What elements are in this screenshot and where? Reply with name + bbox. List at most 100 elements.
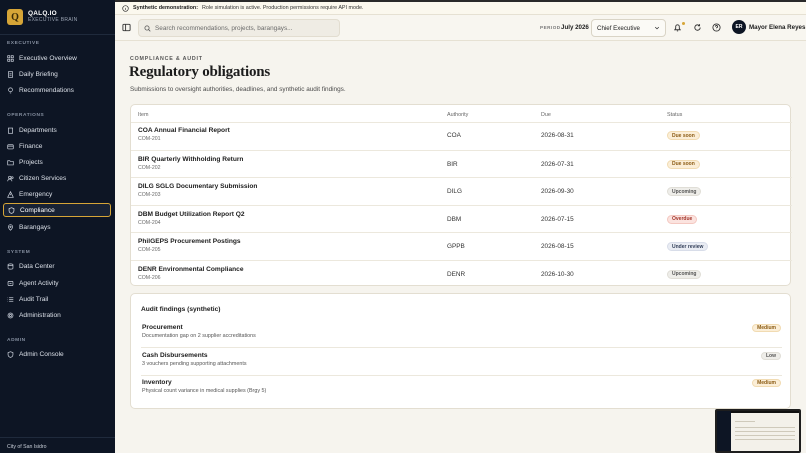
brand[interactable]: Q QALQ.IO EXECUTIVE BRAIN [7, 9, 78, 25]
finding-item[interactable]: Inventory Physical count variance in med… [141, 376, 782, 403]
finding-item[interactable]: Cash Disbursements 3 vouchers pending su… [141, 349, 782, 376]
table-row[interactable]: DENR Environmental Compliance COM-206 DE… [131, 259, 792, 288]
obligation-due: 2026-09-30 [541, 188, 574, 195]
obligation-due: 2026-08-31 [541, 132, 574, 139]
chevron-down-icon [654, 26, 660, 30]
refresh-icon[interactable] [693, 23, 702, 32]
sidebar-item-administration[interactable]: Administration [3, 308, 111, 322]
finding-description: Physical count variance in medical suppl… [142, 388, 267, 394]
obligation-name: PhilGEPS Procurement Postings [138, 238, 241, 245]
column-header-item[interactable]: Item [138, 112, 148, 118]
obligation-authority: BIR [447, 160, 458, 168]
sidebar: Q QALQ.IO EXECUTIVE BRAIN EXECUTIVE Exec… [0, 0, 115, 453]
sidebar-item-label: Recommendations [19, 86, 74, 94]
top-header: PERIOD July 2026 Chief Executive ER Mayo… [115, 15, 806, 41]
finding-description: 3 vouchers pending supporting attachment… [142, 361, 247, 367]
column-header-due[interactable]: Due [541, 112, 551, 118]
page-subtitle: Submissions to oversight authorities, de… [130, 86, 346, 93]
sidebar-item-label: Administration [19, 311, 61, 319]
sidebar-item-recommendations[interactable]: Recommendations [3, 83, 111, 97]
table-row[interactable]: PhilGEPS Procurement Postings COM-205 GP… [131, 232, 792, 260]
sidebar-section-executive: EXECUTIVE [7, 41, 40, 46]
sidebar-item-label: Citizen Services [19, 174, 67, 182]
sidebar-item-admin-console[interactable]: Admin Console [3, 347, 111, 361]
sidebar-item-projects[interactable]: Projects [3, 155, 111, 169]
finding-item[interactable]: Procurement Documentation gap on 2 suppl… [141, 321, 782, 348]
obligation-name: BIR Quarterly Withholding Return [138, 155, 244, 163]
page-title: Regulatory obligations [129, 64, 271, 80]
sidebar-item-data-center[interactable]: Data Center [3, 259, 111, 273]
obligation-authority: GPPB [447, 243, 465, 250]
obligation-authority: DILG [447, 188, 462, 195]
sidebar-item-label: Data Center [19, 262, 55, 270]
sidebar-toggle-icon[interactable] [122, 23, 131, 32]
finding-name: Procurement [142, 324, 183, 331]
obligation-code: COM-201 [138, 136, 161, 142]
severity-badge: Medium [752, 379, 781, 387]
sidebar-item-label: Compliance [20, 206, 55, 214]
search-icon [144, 25, 151, 32]
shield-icon [7, 350, 14, 358]
sidebar-item-label: Emergency [19, 190, 53, 198]
status-badge: Upcoming [667, 269, 702, 279]
sidebar-item-label: Finance [19, 142, 43, 150]
sidebar-item-daily-briefing[interactable]: Daily Briefing [3, 67, 111, 81]
avatar[interactable]: ER [732, 20, 746, 34]
users-icon [7, 175, 14, 181]
sidebar-item-label: Departments [19, 126, 57, 134]
thumbnail-line [735, 439, 795, 440]
obligation-code: COM-206 [138, 274, 161, 281]
sidebar-item-departments[interactable]: Departments [3, 123, 111, 137]
table-row[interactable]: DBM Budget Utilization Report Q2 COM-204… [131, 204, 792, 233]
obligation-code: COM-202 [138, 164, 161, 171]
period-label: PERIOD [540, 25, 561, 30]
bell-icon[interactable] [673, 23, 682, 32]
period-value[interactable]: July 2026 [561, 24, 589, 31]
obligation-due: 2026-07-31 [541, 160, 574, 168]
sidebar-item-label: Audit Trail [19, 295, 49, 303]
sidebar-item-label: Projects [19, 158, 43, 166]
obligation-due: 2026-08-15 [541, 243, 574, 250]
sidebar-divider [0, 34, 115, 35]
document-icon [8, 70, 13, 78]
finding-name: Inventory [142, 379, 172, 386]
table-row[interactable]: DILG SGLG Documentary Submission COM-203… [131, 177, 792, 205]
sidebar-item-compliance[interactable]: Compliance [3, 203, 111, 217]
folder-icon [7, 159, 14, 165]
lightbulb-icon [8, 86, 13, 93]
sidebar-item-agent-activity[interactable]: Agent Activity [3, 276, 111, 290]
sidebar-item-label: Executive Overview [19, 54, 77, 62]
screen-preview-thumbnail[interactable] [715, 409, 801, 453]
building-icon [8, 127, 13, 134]
sidebar-section-system: SYSTEM [7, 250, 31, 255]
banner-text: Role simulation is active. Production pe… [202, 5, 364, 11]
brand-logo-icon: Q [7, 9, 23, 25]
brand-subtitle: EXECUTIVE BRAIN [28, 17, 78, 24]
obligation-code: COM-203 [138, 192, 161, 198]
finding-name: Cash Disbursements [142, 352, 208, 359]
search-box[interactable] [138, 19, 340, 37]
sidebar-item-executive-overview[interactable]: Executive Overview [3, 51, 111, 65]
table-row[interactable]: COA Annual Financial Report COM-201 COA … [131, 122, 792, 150]
sidebar-item-emergency[interactable]: Emergency [3, 187, 111, 201]
role-select[interactable]: Chief Executive [591, 19, 666, 37]
sidebar-item-audit-trail[interactable]: Audit Trail [3, 292, 111, 306]
search-input[interactable] [155, 24, 335, 32]
sidebar-item-finance[interactable]: Finance [3, 139, 111, 153]
user-name[interactable]: Mayor Elena Reyes [749, 24, 805, 31]
obligation-code: COM-205 [138, 247, 161, 253]
sidebar-item-barangays[interactable]: Barangays [3, 220, 111, 234]
wallet-icon [7, 143, 14, 149]
column-header-status[interactable]: Status [667, 112, 682, 118]
help-icon[interactable] [712, 23, 721, 32]
map-pin-icon [8, 223, 13, 231]
table-row[interactable]: BIR Quarterly Withholding Return COM-202… [131, 149, 792, 178]
column-header-authority[interactable]: Authority [447, 112, 468, 118]
sidebar-item-citizen-services[interactable]: Citizen Services [3, 171, 111, 185]
status-badge: Due soon [667, 159, 700, 169]
notification-dot [682, 22, 685, 25]
obligation-due: 2026-10-30 [541, 270, 574, 278]
page-eyebrow: COMPLIANCE & AUDIT [130, 56, 203, 62]
audit-findings-title: Audit findings (synthetic) [141, 306, 221, 313]
status-badge: Overdue [667, 214, 698, 224]
